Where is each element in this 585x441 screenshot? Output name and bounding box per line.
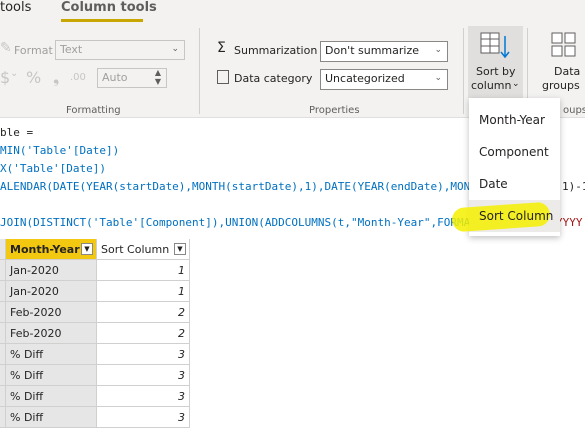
decimal-places-value: Auto: [102, 71, 128, 84]
tab-column-tools[interactable]: Column tools: [61, 0, 157, 15]
table-row: Jan-2020 1: [0, 281, 190, 302]
formula-line: ALENDAR(DATE(YEAR(startDate),MONTH(start…: [0, 180, 471, 193]
filter-dropdown-icon[interactable]: ▼: [81, 243, 93, 255]
table-row: % Diff 3: [0, 386, 190, 407]
sort-by-label: Sort by: [476, 65, 516, 78]
table-cell[interactable]: % Diff: [6, 365, 97, 386]
format-dropdown[interactable]: Text ⌄: [55, 40, 185, 60]
format-value: Text: [60, 43, 83, 56]
sort-by-column-icon: [480, 32, 510, 59]
table-cell[interactable]: Jan-2020: [6, 260, 97, 281]
table-cell[interactable]: Feb-2020: [6, 323, 97, 344]
sort-by-column-button[interactable]: Sort by column ⌄: [468, 26, 523, 98]
column-header-label: Sort Column: [101, 243, 170, 256]
chevron-down-icon: ⌄: [434, 73, 442, 83]
table-cell[interactable]: Jan-2020: [6, 281, 97, 302]
menu-item-month-year[interactable]: Month-Year: [469, 104, 560, 136]
summarization-label: Summarization: [234, 44, 318, 57]
stepper-up-icon: ▲: [154, 68, 161, 77]
menu-item-date[interactable]: Date: [469, 168, 560, 200]
table-cell[interactable]: 2: [97, 302, 190, 323]
table-cell[interactable]: 1: [97, 281, 190, 302]
table-cell[interactable]: 3: [97, 386, 190, 407]
table-cell[interactable]: % Diff: [6, 407, 97, 428]
chevron-down-icon: ⌄: [512, 79, 520, 89]
formatting-group-label: Formatting: [66, 105, 121, 116]
column-header[interactable]: Month-Year ▼: [6, 239, 97, 260]
column-header-label: Month-Year: [10, 243, 80, 256]
decimal-places-stepper[interactable]: Auto ▲ ▼: [97, 68, 167, 88]
group-divider: [199, 28, 200, 114]
formula-line: X('Table'[Date]): [0, 162, 106, 175]
table-row: Feb-2020 2: [0, 302, 190, 323]
formula-line: MIN('Table'[Date]): [0, 144, 120, 157]
table-cell[interactable]: % Diff: [6, 344, 97, 365]
sigma-icon: Σ: [217, 40, 226, 56]
data-category-dropdown[interactable]: Uncategorized ⌄: [320, 69, 448, 90]
summarization-dropdown[interactable]: Don't summarize ⌄: [320, 41, 448, 62]
sort-column-label: column: [471, 79, 512, 92]
data-groups-label-line1: Data: [554, 65, 581, 78]
data-groups-button[interactable]: Data groups: [538, 26, 585, 98]
table-row: % Diff 3: [0, 344, 190, 365]
paintbrush-icon: ✎: [0, 40, 12, 56]
tab-table-tools[interactable]: tools: [0, 0, 31, 15]
data-category-icon: [217, 70, 229, 84]
stepper-down-icon: ▼: [154, 77, 161, 86]
table-cell[interactable]: 1: [97, 260, 190, 281]
percent-icon: %: [26, 68, 42, 87]
summarization-value: Don't summarize: [325, 44, 419, 57]
data-groups-label-line2: groups: [542, 79, 580, 92]
formula-line: 1)-1: [562, 180, 585, 193]
table-cell[interactable]: 3: [97, 344, 190, 365]
table-row: Feb-2020 2: [0, 323, 190, 344]
ribbon-tabs: tools Column tools: [0, 0, 585, 22]
group-divider: [463, 28, 464, 114]
format-label: Format: [14, 44, 53, 57]
formula-line: JOIN(DISTINCT('Table'[Component]),UNION(…: [0, 216, 471, 229]
comma-style-icon: ❟: [53, 68, 60, 87]
chevron-down-icon: ⌄: [171, 44, 179, 54]
table-row: % Diff 3: [0, 407, 190, 428]
data-category-value: Uncategorized: [325, 72, 405, 85]
table-header-row: Month-Year ▼ Sort Column ▼: [0, 239, 190, 260]
data-groups-icon: [551, 32, 576, 57]
table-cell[interactable]: 3: [97, 407, 190, 428]
menu-item-sort-column[interactable]: Sort Column: [469, 200, 560, 232]
table-cell[interactable]: % Diff: [6, 386, 97, 407]
table-cell[interactable]: Feb-2020: [6, 302, 97, 323]
chevron-down-icon: ⌄: [434, 45, 442, 55]
table-row: % Diff 3: [0, 365, 190, 386]
chevron-down-icon: ⌄: [10, 68, 19, 79]
menu-item-component[interactable]: Component: [469, 136, 560, 168]
formula-line: ble =: [0, 126, 34, 139]
data-category-label: Data category: [234, 72, 313, 85]
filter-dropdown-icon[interactable]: ▼: [174, 243, 186, 255]
groups-group-label: oups: [563, 105, 585, 116]
properties-group-label: Properties: [309, 105, 360, 116]
table-cell[interactable]: 2: [97, 323, 190, 344]
table-row: Jan-2020 1: [0, 260, 190, 281]
table-cell[interactable]: 3: [97, 365, 190, 386]
currency-icon: $: [0, 68, 11, 87]
decimal-places-icon: .00: [70, 72, 86, 83]
column-header[interactable]: Sort Column ▼: [97, 239, 190, 260]
